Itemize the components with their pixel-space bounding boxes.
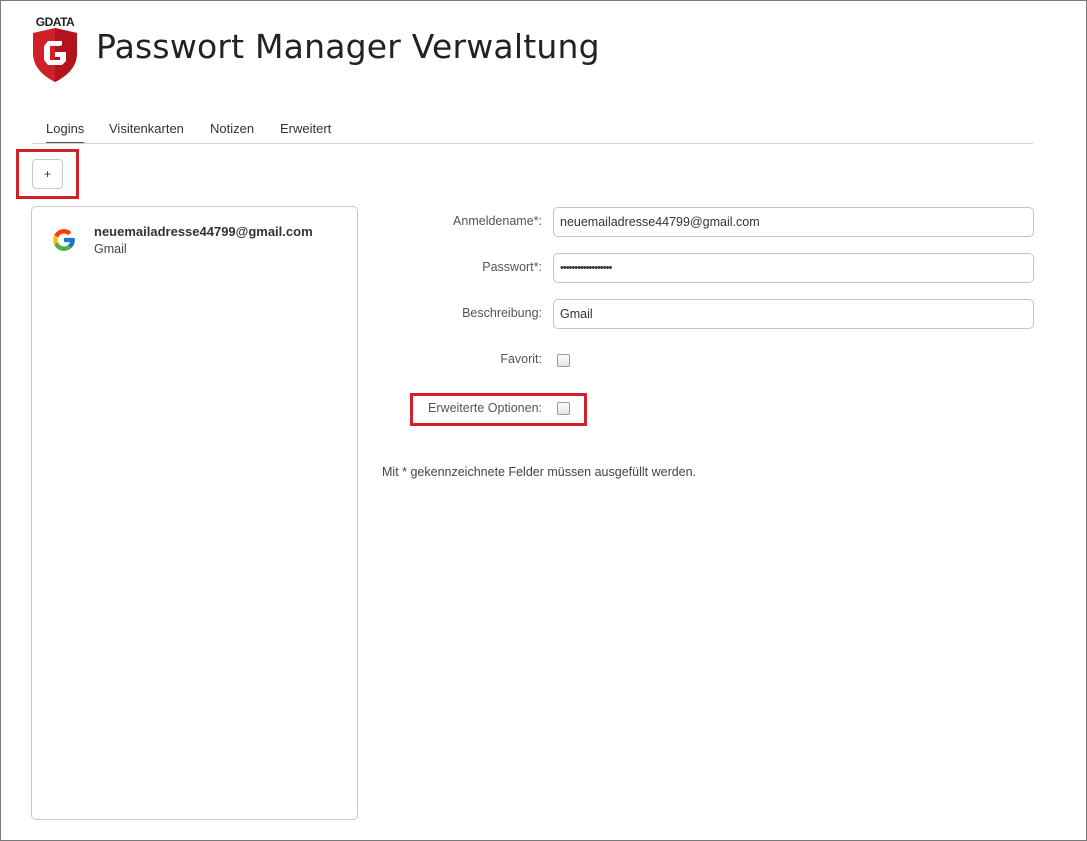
google-icon: [53, 229, 75, 251]
tab-logins[interactable]: Logins: [46, 121, 85, 143]
description-label: Beschreibung:: [462, 306, 542, 320]
favorite-checkbox[interactable]: [557, 354, 570, 367]
page-title: Passwort Manager Verwaltung: [96, 27, 600, 66]
password-field[interactable]: [553, 253, 1034, 283]
favorite-label: Favorit:: [500, 352, 542, 366]
logins-list-panel: neuemailadresse44799@gmail.com Gmail: [31, 206, 358, 820]
username-field[interactable]: [553, 207, 1034, 237]
advanced-options-label: Erweiterte Optionen:: [428, 401, 542, 415]
tab-visitenkarten[interactable]: Visitenkarten: [109, 121, 184, 142]
list-item-title: neuemailadresse44799@gmail.com: [94, 224, 313, 239]
password-label: Passwort*:: [482, 260, 542, 274]
tab-erweitert[interactable]: Erweitert: [280, 121, 331, 142]
gdata-logo: GDATA: [29, 15, 81, 83]
shield-icon: [33, 28, 77, 82]
list-item[interactable]: neuemailadresse44799@gmail.com Gmail: [50, 223, 350, 263]
advanced-options-checkbox[interactable]: [557, 402, 570, 415]
username-label: Anmeldename*:: [453, 214, 542, 228]
add-login-button[interactable]: +: [32, 159, 63, 189]
required-fields-note: Mit * gekennzeichnete Felder müssen ausg…: [382, 465, 697, 479]
tab-notizen[interactable]: Notizen: [210, 121, 254, 142]
tab-bar: Logins Visitenkarten Notizen Erweitert: [32, 118, 1033, 144]
description-field[interactable]: [553, 299, 1034, 329]
list-item-subtitle: Gmail: [94, 242, 127, 256]
